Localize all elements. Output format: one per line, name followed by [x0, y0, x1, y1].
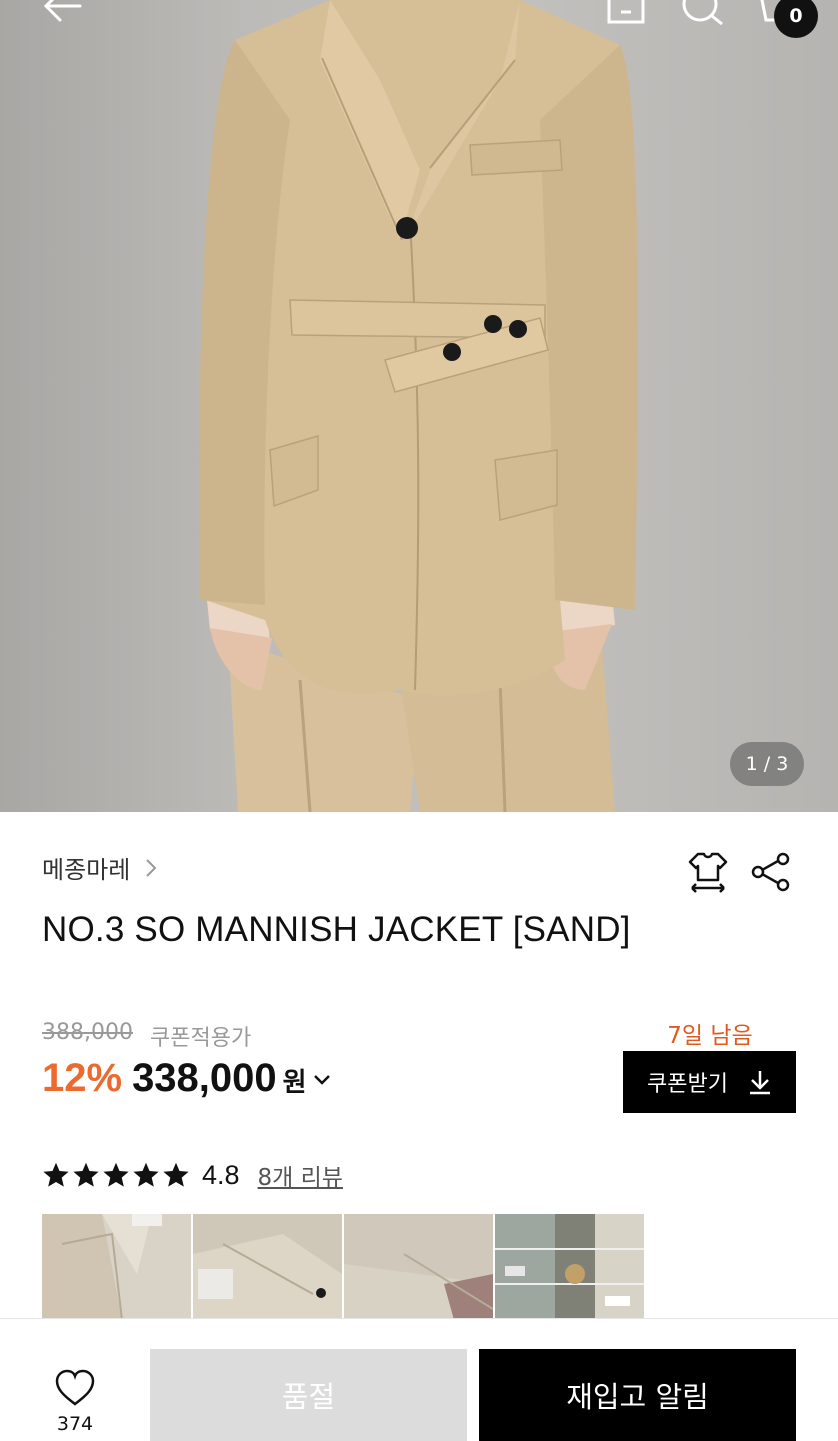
review-thumbnail[interactable]	[193, 1214, 342, 1320]
chevron-down-icon[interactable]	[311, 1068, 333, 1090]
bottom-action-bar: 374 품절 재입고 알림	[0, 1318, 838, 1441]
star-icon	[163, 1162, 189, 1187]
heart-icon[interactable]	[54, 1369, 96, 1407]
download-icon	[749, 1071, 770, 1095]
brand-link[interactable]: 메종마레	[42, 850, 162, 885]
star-icon	[73, 1162, 99, 1187]
product-photo	[199, 0, 638, 812]
coupon-download-button[interactable]: 쿠폰받기	[623, 1051, 796, 1113]
image-page-indicator: 1 / 3	[730, 742, 804, 786]
size-guide-icon[interactable]	[686, 850, 730, 898]
brand-name: 메종마레	[42, 856, 131, 884]
review-thumbnail[interactable]	[344, 1214, 493, 1320]
coupon-button-label: 쿠폰받기	[647, 1072, 728, 1097]
product-title: NO.3 SO MANNISH JACKET [SAND]	[42, 910, 631, 949]
rating-stars	[42, 1161, 190, 1189]
star-icon	[43, 1162, 69, 1187]
rating-value: 4.8	[202, 1159, 240, 1190]
review-photo-thumbnails	[42, 1214, 644, 1320]
sale-price: 338,000	[132, 1056, 277, 1100]
coupon-price-label: 쿠폰적용가	[150, 1026, 252, 1051]
top-navigation-bar: 0	[0, 0, 838, 40]
cart-count-badge[interactable]: 0	[774, 0, 818, 38]
star-icon	[133, 1162, 159, 1187]
review-thumbnail[interactable]	[42, 1214, 191, 1320]
like-count: 374	[56, 1413, 94, 1435]
review-thumbnail[interactable]	[495, 1214, 644, 1320]
price-row[interactable]: 12% 338,000 원	[42, 1056, 333, 1101]
chevron-right-icon	[146, 858, 157, 877]
currency-unit: 원	[282, 1068, 307, 1098]
product-image-gallery[interactable]: 0 1 / 3	[0, 0, 838, 812]
original-price: 388,000	[42, 1020, 133, 1045]
rating-row: 4.8 8개 리뷰	[42, 1158, 343, 1192]
star-icon	[103, 1162, 129, 1187]
restock-alert-button[interactable]: 재입고 알림	[479, 1349, 796, 1441]
like-button[interactable]: 374	[40, 1369, 110, 1435]
share-icon[interactable]	[750, 852, 792, 896]
discount-rate: 12%	[42, 1056, 123, 1100]
coupon-days-left: 7일 남음	[667, 1023, 753, 1049]
soldout-button[interactable]: 품절	[150, 1349, 467, 1441]
review-count-link[interactable]: 8개 리뷰	[258, 1158, 343, 1192]
